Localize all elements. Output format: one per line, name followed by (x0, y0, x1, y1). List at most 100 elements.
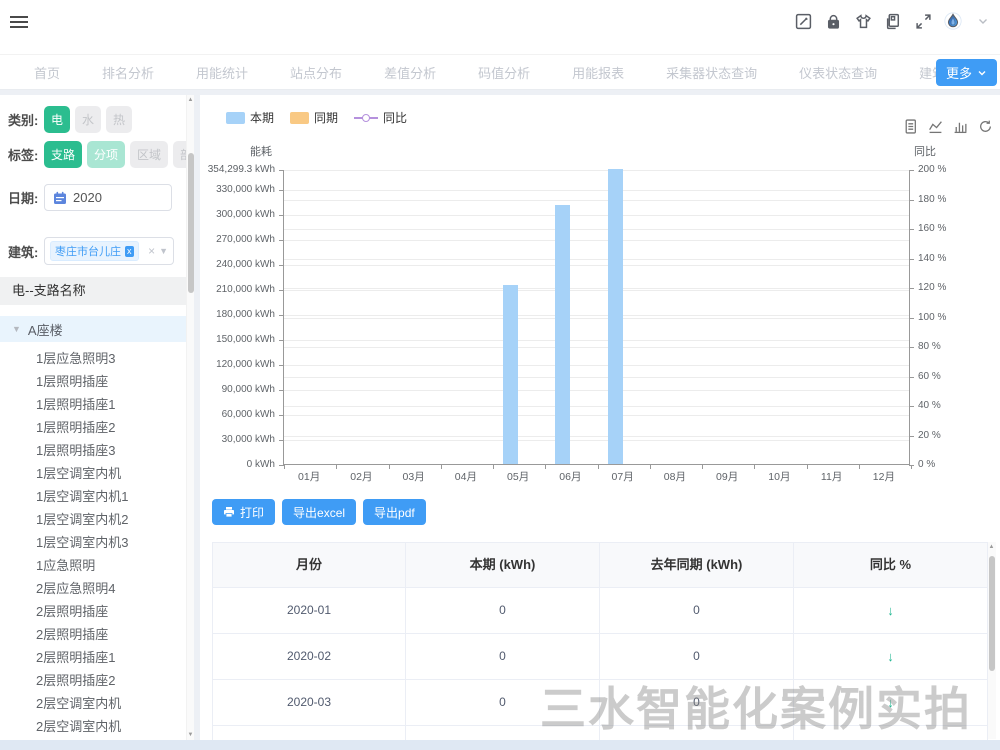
tree-item[interactable]: 2层照明插座 (0, 600, 194, 623)
building-tag-text: 枣庄市台儿庄 (55, 243, 121, 259)
x-axis-label: 09月 (701, 469, 753, 484)
theme-shirt-icon[interactable] (854, 12, 872, 30)
legend-label: 本期 (250, 109, 274, 126)
scroll-down-icon[interactable]: ▼ (187, 732, 194, 738)
tree-item[interactable]: 1层照明插座3 (0, 439, 194, 462)
line-chart-icon[interactable] (928, 119, 943, 134)
export-pdf-button[interactable]: 导出pdf (363, 499, 426, 525)
tree-item[interactable]: 2层空调室内机 (0, 715, 194, 738)
tab-site-distribution[interactable]: 站点分布 (269, 55, 363, 89)
tab-collector-status[interactable]: 采集器状态查询 (645, 55, 778, 89)
yoy-down-arrow-icon: ↓ (794, 726, 988, 740)
bar-05月[interactable] (503, 285, 518, 464)
x-axis-label: 03月 (388, 469, 440, 484)
x-axis-label: 07月 (597, 469, 649, 484)
tag-chip-area[interactable]: 区域 (130, 141, 168, 168)
data-view-icon[interactable] (903, 119, 918, 134)
cell-month: 2020-02 (212, 634, 406, 679)
building-tag: 枣庄市台儿庄 x (50, 241, 139, 261)
sidebar-scrollbar[interactable]: ▲ ▼ (186, 95, 194, 740)
table-scrollbar[interactable]: ▲ (988, 542, 996, 739)
tree-item[interactable]: 1层空调室内机3 (0, 531, 194, 554)
x-axis-label: 10月 (753, 469, 805, 484)
category-label: 类别: (8, 110, 44, 129)
tree-item[interactable]: 1层空调室内机 (0, 462, 194, 485)
x-axis-label: 05月 (492, 469, 544, 484)
restore-icon[interactable] (978, 119, 993, 134)
cell-current: 0 (406, 680, 600, 725)
tree-item[interactable]: 2层空调室内机 (0, 692, 194, 715)
tab-energy-statistics[interactable]: 用能统计 (175, 55, 269, 89)
branch-list-header: 电--支路名称 (0, 277, 194, 305)
user-chevron-down-icon[interactable] (974, 12, 992, 30)
tab-energy-report[interactable]: 用能报表 (551, 55, 645, 89)
select-clear-icon[interactable]: × (148, 244, 155, 258)
id-card-icon[interactable] (884, 12, 902, 30)
tree-item[interactable]: 2层应急照明4 (0, 577, 194, 600)
sidebar-scroll-thumb[interactable] (188, 153, 194, 293)
tab-ranking-analysis[interactable]: 排名分析 (81, 55, 175, 89)
x-axis-label: 08月 (649, 469, 701, 484)
legend-yoy[interactable]: 同比 (354, 109, 407, 126)
category-chip-electric[interactable]: 电 (44, 106, 70, 133)
tree-node-building-a[interactable]: ▼ A座楼 (0, 316, 194, 342)
tree-item[interactable]: 1层照明插座1 (0, 393, 194, 416)
tab-home[interactable]: 首页 (13, 55, 81, 89)
tag-chip-subitem[interactable]: 分项 (87, 141, 125, 168)
bottom-scrollbar-strip[interactable] (0, 740, 1000, 750)
col-header-lastyear: 去年同期 (kWh) (600, 543, 794, 587)
tree-item[interactable]: 1应急照明 (0, 554, 194, 577)
bar-06月[interactable] (555, 205, 570, 464)
caret-down-icon[interactable]: ▼ (12, 324, 21, 334)
tab-difference-analysis[interactable]: 差值分析 (363, 55, 457, 89)
tree-item[interactable]: 1层空调室内机1 (0, 485, 194, 508)
cell-lastyear: 0 (600, 588, 794, 633)
lock-icon[interactable] (824, 12, 842, 30)
cell-month: 2020-04 (212, 726, 406, 740)
x-axis-label: 06月 (544, 469, 596, 484)
bar-07月[interactable] (608, 169, 623, 464)
yoy-down-arrow-icon: ↓ (794, 634, 988, 679)
tree-item[interactable]: 2层照明插座1 (0, 646, 194, 669)
tree-item[interactable]: 1层应急照明3 (0, 347, 194, 370)
legend-same-period[interactable]: 同期 (290, 109, 338, 126)
category-chip-water[interactable]: 水 (75, 106, 101, 133)
legend-current-period[interactable]: 本期 (226, 109, 274, 126)
select-chevron-icon[interactable]: ▼ (159, 246, 168, 256)
export-excel-button[interactable]: 导出excel (282, 499, 356, 525)
more-label: 更多 (946, 63, 972, 82)
edit-note-icon[interactable] (794, 12, 812, 30)
print-button[interactable]: 打印 (212, 499, 275, 525)
x-axis-label: 04月 (440, 469, 492, 484)
legend-swatch-current (226, 112, 245, 124)
scroll-up-icon[interactable]: ▲ (988, 544, 995, 550)
tree-item[interactable]: 1层空调室内机2 (0, 508, 194, 531)
tree-item[interactable]: 1层照明插座 (0, 370, 194, 393)
tag-remove-icon[interactable]: x (125, 246, 134, 257)
left-axis-title: 能耗 (200, 143, 272, 159)
tree-item[interactable]: 2层照明插座2 (0, 669, 194, 692)
building-label: 建筑: (8, 242, 44, 261)
cell-month: 2020-03 (212, 680, 406, 725)
tag-chip-branch[interactable]: 支路 (44, 141, 82, 168)
table-header-row: 月份 本期 (kWh) 去年同期 (kWh) 同比 % (212, 542, 988, 588)
tree-item[interactable]: 1层照明插座2 (0, 416, 194, 439)
menu-hamburger-icon[interactable] (10, 16, 28, 30)
date-value: 2020 (73, 190, 102, 205)
table-row: 2020-03 0 0 ↓ (212, 680, 988, 726)
table-scroll-thumb[interactable] (989, 556, 995, 671)
building-select[interactable]: 枣庄市台儿庄 x × ▼ (44, 237, 174, 265)
more-button[interactable]: 更多 (936, 59, 997, 86)
printer-icon (223, 506, 235, 518)
date-input[interactable]: 2020 (44, 184, 172, 211)
x-axis-label: 12月 (858, 469, 910, 484)
right-axis-tick-labels: 0 %20 %40 %60 %80 %100 %120 %140 %160 %1… (914, 170, 974, 465)
tab-code-value-analysis[interactable]: 码值分析 (457, 55, 551, 89)
tab-meter-status[interactable]: 仪表状态查询 (778, 55, 898, 89)
sidebar: 类别: 电 水 热 标签: 支路 分项 区域 部门 设备 日期: 2020 建筑… (0, 95, 194, 740)
tree-item[interactable]: 2层照明插座 (0, 623, 194, 646)
bar-chart-icon[interactable] (953, 119, 968, 134)
fullscreen-icon[interactable] (914, 12, 932, 30)
scroll-up-icon[interactable]: ▲ (187, 97, 194, 103)
category-chip-heat[interactable]: 热 (106, 106, 132, 133)
